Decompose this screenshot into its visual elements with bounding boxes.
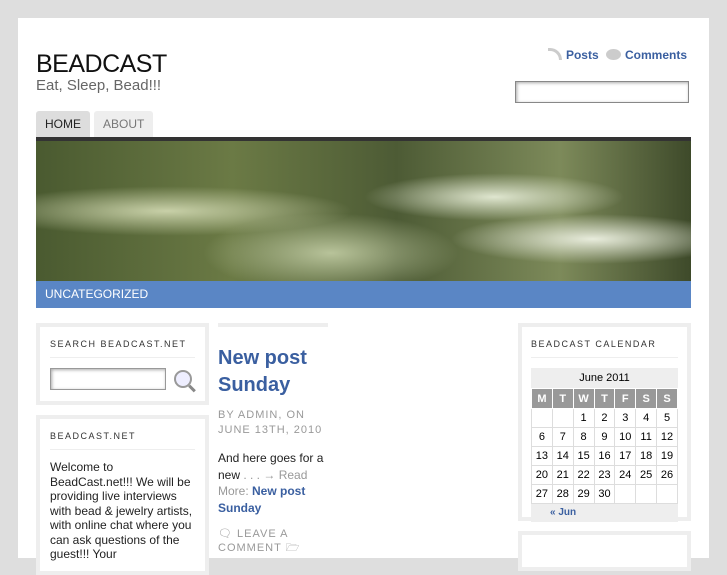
calendar-day: 18 xyxy=(635,446,658,466)
site-tagline: Eat, Sleep, Bead!!! xyxy=(36,77,162,94)
calendar-day: 27 xyxy=(531,484,553,504)
calendar-weekday: F xyxy=(614,388,637,409)
widget-title: SEARCH BEADCAST.NET xyxy=(50,339,195,358)
post-meta: BY ADMIN, ON JUNE 13TH, 2010 xyxy=(218,409,323,436)
calendar-weekday: W xyxy=(572,388,595,409)
calendar-day: 10 xyxy=(614,427,637,447)
calendar-day xyxy=(551,408,574,428)
post: New post Sunday BY ADMIN, ON JUNE 13TH, … xyxy=(218,323,328,555)
calendar-day: 20 xyxy=(531,465,553,485)
calendar-day: 17 xyxy=(614,446,637,466)
calendar-day: 25 xyxy=(635,465,658,485)
comment-icon: 🗨 xyxy=(218,528,238,540)
about-text: Welcome to BeadCast.net!!! We will be pr… xyxy=(50,460,193,561)
nav-about[interactable]: ABOUT xyxy=(94,111,154,137)
calendar-day: 26 xyxy=(656,465,678,485)
nav-home[interactable]: HOME xyxy=(36,111,90,137)
header-search-input[interactable] xyxy=(515,81,689,103)
post-title[interactable]: New post Sunday xyxy=(218,345,328,399)
calendar-weekday: T xyxy=(551,388,574,409)
calendar-day: 15 xyxy=(572,446,595,466)
calendar-caption: June 2011 xyxy=(531,368,678,388)
calendar-prev-link[interactable]: « Jun xyxy=(531,504,678,522)
calendar-day xyxy=(614,484,637,504)
calendar-table: June 2011 MTWTFSS 1 2 3 4 5 6 7 8 9 10 11 12 13 14 15 1… xyxy=(531,368,678,504)
calendar-day: 5 xyxy=(656,408,678,428)
calendar-weekday: S xyxy=(656,388,678,409)
calendar-day xyxy=(531,408,553,428)
calendar-day: 3 xyxy=(614,408,637,428)
widget-title: BEADCAST CALENDAR xyxy=(531,339,678,358)
comments-feed-link[interactable]: Comments xyxy=(625,48,687,62)
calendar-day: 19 xyxy=(656,446,678,466)
calendar-day: 7 xyxy=(551,427,574,447)
divider xyxy=(218,323,328,327)
feed-links: Posts Comments xyxy=(544,48,687,62)
calendar-day: 8 xyxy=(572,427,595,447)
calendar-day: 11 xyxy=(635,427,658,447)
sidebar-search-input[interactable] xyxy=(50,368,166,390)
rss-icon xyxy=(547,48,562,60)
calendar-weekday: T xyxy=(593,388,616,409)
calendar-day: 23 xyxy=(593,465,616,485)
calendar-day: 13 xyxy=(531,446,553,466)
header-image xyxy=(36,137,691,281)
folder-icon: 🗁 xyxy=(285,542,301,554)
calendar-day: 2 xyxy=(593,408,616,428)
search-widget: SEARCH BEADCAST.NET xyxy=(36,323,209,405)
page-container: BEADCAST Eat, Sleep, Bead!!! Posts Comme… xyxy=(18,18,709,575)
site-title[interactable]: BEADCAST xyxy=(36,50,167,79)
calendar-day: 29 xyxy=(572,484,595,504)
calendar-day: 14 xyxy=(551,446,574,466)
calendar-day: 12 xyxy=(656,427,678,447)
posts-feed-link[interactable]: Posts xyxy=(566,48,599,62)
comment-bubble-icon xyxy=(605,49,621,60)
calendar-weekday: M xyxy=(531,388,553,409)
calendar-day xyxy=(656,484,678,504)
calendar-day: 6 xyxy=(531,427,553,447)
main-nav: HOME ABOUT xyxy=(36,111,154,137)
widget-title: BEADCAST.NET xyxy=(50,431,195,450)
calendar-day: 28 xyxy=(551,484,574,504)
calendar-day: 16 xyxy=(593,446,616,466)
post-excerpt: And here goes for a new . . . → Read Mor… xyxy=(218,450,328,516)
post-footer: 🗨 LEAVE A COMMENT 🗁 xyxy=(218,527,328,555)
calendar-day: 30 xyxy=(593,484,616,504)
calendar-day: 9 xyxy=(593,427,616,447)
calendar-day: 21 xyxy=(551,465,574,485)
about-widget: BEADCAST.NET Welcome to BeadCast.net!!! … xyxy=(36,415,209,575)
calendar-weekday: S xyxy=(635,388,658,409)
calendar-day: 1 xyxy=(572,408,595,428)
calendar-day: 24 xyxy=(614,465,637,485)
calendar-day: 4 xyxy=(635,408,658,428)
category-link-uncategorized[interactable]: UNCATEGORIZED xyxy=(36,281,691,308)
calendar-widget: BEADCAST CALENDAR June 2011 MTWTFSS 1234… xyxy=(518,323,691,522)
sidebar-widget xyxy=(518,531,691,571)
search-icon[interactable] xyxy=(174,370,192,388)
calendar-day: 22 xyxy=(572,465,595,485)
calendar-day xyxy=(635,484,658,504)
